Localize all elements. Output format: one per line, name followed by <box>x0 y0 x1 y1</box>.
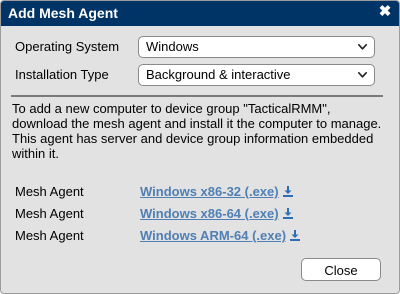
operating-system-label: Operating System <box>15 39 120 54</box>
instructions-text: To add a new computer to device group "T… <box>12 101 382 161</box>
chevron-down-icon <box>358 72 367 78</box>
download-link-text: Windows x86-32 (.exe) <box>140 184 279 199</box>
operating-system-value: Windows <box>146 39 199 54</box>
installation-type-value: Background & interactive <box>146 67 291 82</box>
chevron-down-icon <box>358 44 367 50</box>
operating-system-select[interactable]: Windows <box>138 36 375 58</box>
download-icon <box>290 230 301 241</box>
installation-type-select[interactable]: Background & interactive <box>138 64 375 86</box>
add-mesh-agent-dialog: Add Mesh Agent ✖ Operating System Window… <box>0 0 400 294</box>
download-link-text: Windows ARM-64 (.exe) <box>140 228 287 243</box>
download-icon <box>282 208 293 219</box>
divider <box>11 95 383 97</box>
installation-type-label: Installation Type <box>15 67 109 82</box>
download-link-text: Windows x86-64 (.exe) <box>140 206 279 221</box>
close-x-icon[interactable]: ✖ <box>377 3 393 21</box>
download-windows-x86-64-link[interactable]: Windows x86-64 (.exe) <box>140 206 293 222</box>
agent-row-label: Mesh Agent <box>15 184 84 199</box>
dialog-titlebar: Add Mesh Agent ✖ <box>1 1 399 26</box>
download-windows-x86-32-link[interactable]: Windows x86-32 (.exe) <box>140 184 293 200</box>
download-windows-arm-64-link[interactable]: Windows ARM-64 (.exe) <box>140 228 301 244</box>
download-icon <box>282 186 293 197</box>
agent-row-label: Mesh Agent <box>15 206 84 221</box>
close-button[interactable]: Close <box>301 258 381 281</box>
dialog-title: Add Mesh Agent <box>8 5 118 21</box>
agent-row-label: Mesh Agent <box>15 228 84 243</box>
